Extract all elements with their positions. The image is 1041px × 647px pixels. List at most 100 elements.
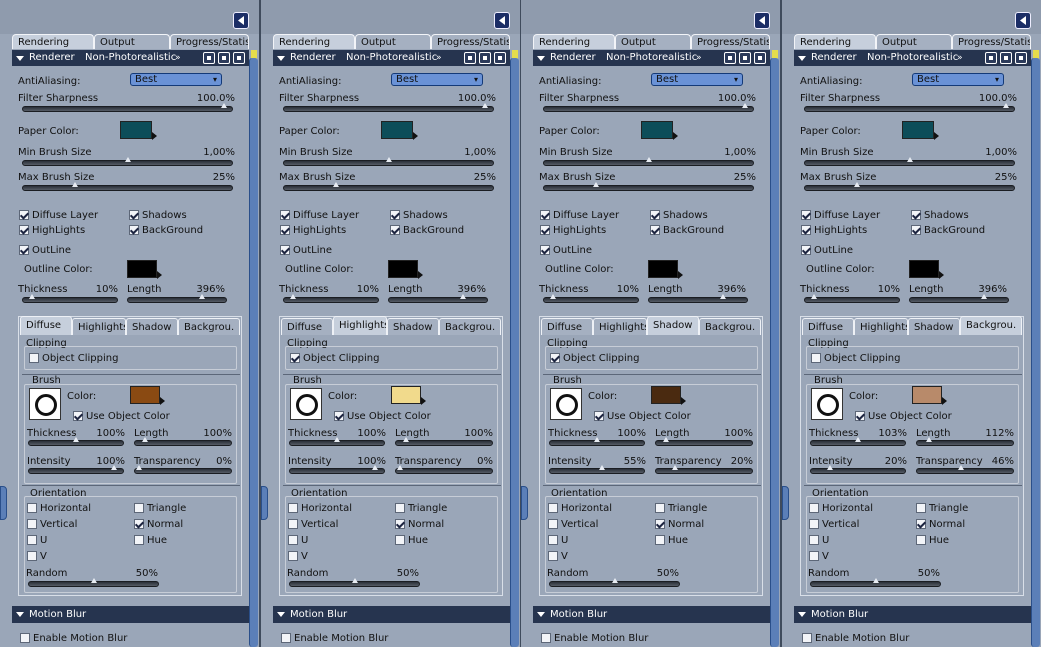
min-brush-slider[interactable] — [804, 157, 1015, 166]
renderer-value[interactable]: Non-Photorealistic — [346, 50, 437, 66]
paper-color-swatch[interactable] — [120, 121, 157, 140]
background-checkbox[interactable] — [129, 225, 139, 235]
subtab-diffuse[interactable]: Diffuse — [802, 318, 854, 335]
background-checkbox[interactable] — [911, 225, 921, 235]
slider-thumb[interactable] — [135, 465, 142, 470]
resize-handle[interactable] — [0, 486, 7, 520]
slider-thumb[interactable] — [110, 465, 117, 470]
hue-checkbox[interactable] — [655, 535, 665, 545]
brush-shape-preview[interactable] — [29, 388, 61, 420]
outline-checkbox[interactable] — [280, 245, 290, 255]
resize-handle[interactable] — [261, 486, 268, 520]
enable-motion-blur-checkbox[interactable] — [541, 633, 551, 643]
v-checkbox[interactable] — [548, 551, 558, 561]
subtab-shadow[interactable]: Shadow — [908, 318, 960, 335]
max-brush-slider[interactable] — [283, 182, 494, 191]
normal-checkbox[interactable] — [916, 519, 926, 529]
highlights-checkbox[interactable] — [540, 225, 550, 235]
v-checkbox[interactable] — [27, 551, 37, 561]
slider-thumb[interactable] — [124, 157, 131, 162]
paper-color-swatch[interactable] — [641, 121, 678, 140]
normal-checkbox[interactable] — [134, 519, 144, 529]
max-brush-slider[interactable] — [804, 182, 1015, 191]
shadows-checkbox[interactable] — [390, 210, 400, 220]
hue-checkbox[interactable] — [395, 535, 405, 545]
tab-rendering[interactable]: Rendering — [533, 34, 615, 49]
slider-thumb[interactable] — [980, 294, 987, 299]
slider-thumb[interactable] — [593, 182, 600, 187]
intensity-slider[interactable] — [28, 465, 124, 474]
collapse-button[interactable] — [233, 12, 249, 29]
save-icon[interactable] — [479, 52, 491, 64]
u-checkbox[interactable] — [27, 535, 37, 545]
highlights-checkbox[interactable] — [280, 225, 290, 235]
filter-sharpness-slider[interactable] — [543, 103, 754, 112]
load-icon[interactable] — [233, 52, 245, 64]
slider-thumb[interactable] — [29, 294, 36, 299]
subtab-shadow[interactable]: Shadow — [647, 316, 699, 335]
brush-thickness-slider[interactable] — [549, 437, 645, 446]
use-object-color-checkbox[interactable] — [855, 411, 865, 421]
slider-thumb[interactable] — [333, 182, 340, 187]
triangle-checkbox[interactable] — [916, 503, 926, 513]
min-brush-slider[interactable] — [543, 157, 754, 166]
vertical-checkbox[interactable] — [809, 519, 819, 529]
subtab-background[interactable]: Backgrou. — [178, 318, 240, 335]
normal-checkbox[interactable] — [395, 519, 405, 529]
renderer-bar[interactable]: Renderer Non-Photorealistic » — [794, 50, 1031, 66]
subtab-shadow[interactable]: Shadow — [387, 318, 439, 335]
random-slider[interactable] — [549, 578, 680, 587]
tree-icon[interactable] — [724, 52, 736, 64]
transparency-slider[interactable] — [395, 465, 493, 474]
triangle-checkbox[interactable] — [655, 503, 665, 513]
outline-length-slider[interactable] — [127, 294, 227, 303]
save-icon[interactable] — [218, 52, 230, 64]
outline-checkbox[interactable] — [801, 245, 811, 255]
max-brush-slider[interactable] — [543, 182, 754, 191]
resize-handle[interactable] — [782, 486, 789, 520]
save-icon[interactable] — [1000, 52, 1012, 64]
slider-thumb[interactable] — [958, 465, 965, 470]
shadows-checkbox[interactable] — [650, 210, 660, 220]
paper-color-swatch[interactable] — [381, 121, 418, 140]
subtab-highlights[interactable]: Highlights — [333, 316, 387, 335]
slider-thumb[interactable] — [826, 465, 833, 470]
diffuse-layer-checkbox[interactable] — [280, 210, 290, 220]
slider-thumb[interactable] — [481, 103, 488, 108]
horizontal-checkbox[interactable] — [27, 503, 37, 513]
slider-thumb[interactable] — [73, 437, 79, 442]
slider-thumb[interactable] — [385, 157, 392, 162]
diffuse-layer-checkbox[interactable] — [19, 210, 29, 220]
vertical-scrollbar[interactable] — [249, 58, 258, 647]
slider-thumb[interactable] — [906, 157, 913, 162]
brush-color-swatch[interactable] — [912, 386, 947, 405]
use-object-color-checkbox[interactable] — [73, 411, 83, 421]
load-icon[interactable] — [494, 52, 506, 64]
motion-blur-bar[interactable]: Motion Blur — [794, 606, 1031, 623]
transparency-slider[interactable] — [916, 465, 1014, 474]
brush-thickness-slider[interactable] — [289, 437, 385, 446]
tab-rendering[interactable]: Rendering — [12, 34, 94, 49]
min-brush-slider[interactable] — [283, 157, 494, 166]
slider-thumb[interactable] — [371, 465, 378, 470]
slider-thumb[interactable] — [1002, 103, 1009, 108]
antialiasing-select[interactable]: Best ▾ — [130, 73, 222, 86]
background-checkbox[interactable] — [390, 225, 400, 235]
subtab-diffuse[interactable]: Diffuse — [20, 316, 72, 335]
collapse-button[interactable] — [1015, 12, 1031, 29]
subtab-highlights[interactable]: Highlights — [72, 318, 126, 335]
v-checkbox[interactable] — [809, 551, 819, 561]
object-clipping-checkbox[interactable] — [290, 353, 300, 363]
outline-thickness-slider[interactable] — [22, 294, 118, 303]
u-checkbox[interactable] — [288, 535, 298, 545]
renderer-value[interactable]: Non-Photorealistic — [606, 50, 697, 66]
horizontal-checkbox[interactable] — [288, 503, 298, 513]
filter-sharpness-slider[interactable] — [804, 103, 1015, 112]
slider-thumb[interactable] — [396, 465, 403, 470]
subtab-highlights[interactable]: Highlights — [593, 318, 647, 335]
renderer-bar[interactable]: Renderer Non-Photorealistic » — [533, 50, 770, 66]
tab-progress[interactable]: Progress/Statist. — [431, 34, 510, 49]
vertical-checkbox[interactable] — [27, 519, 37, 529]
outline-color-swatch[interactable] — [127, 260, 162, 279]
slider-thumb[interactable] — [872, 578, 879, 583]
